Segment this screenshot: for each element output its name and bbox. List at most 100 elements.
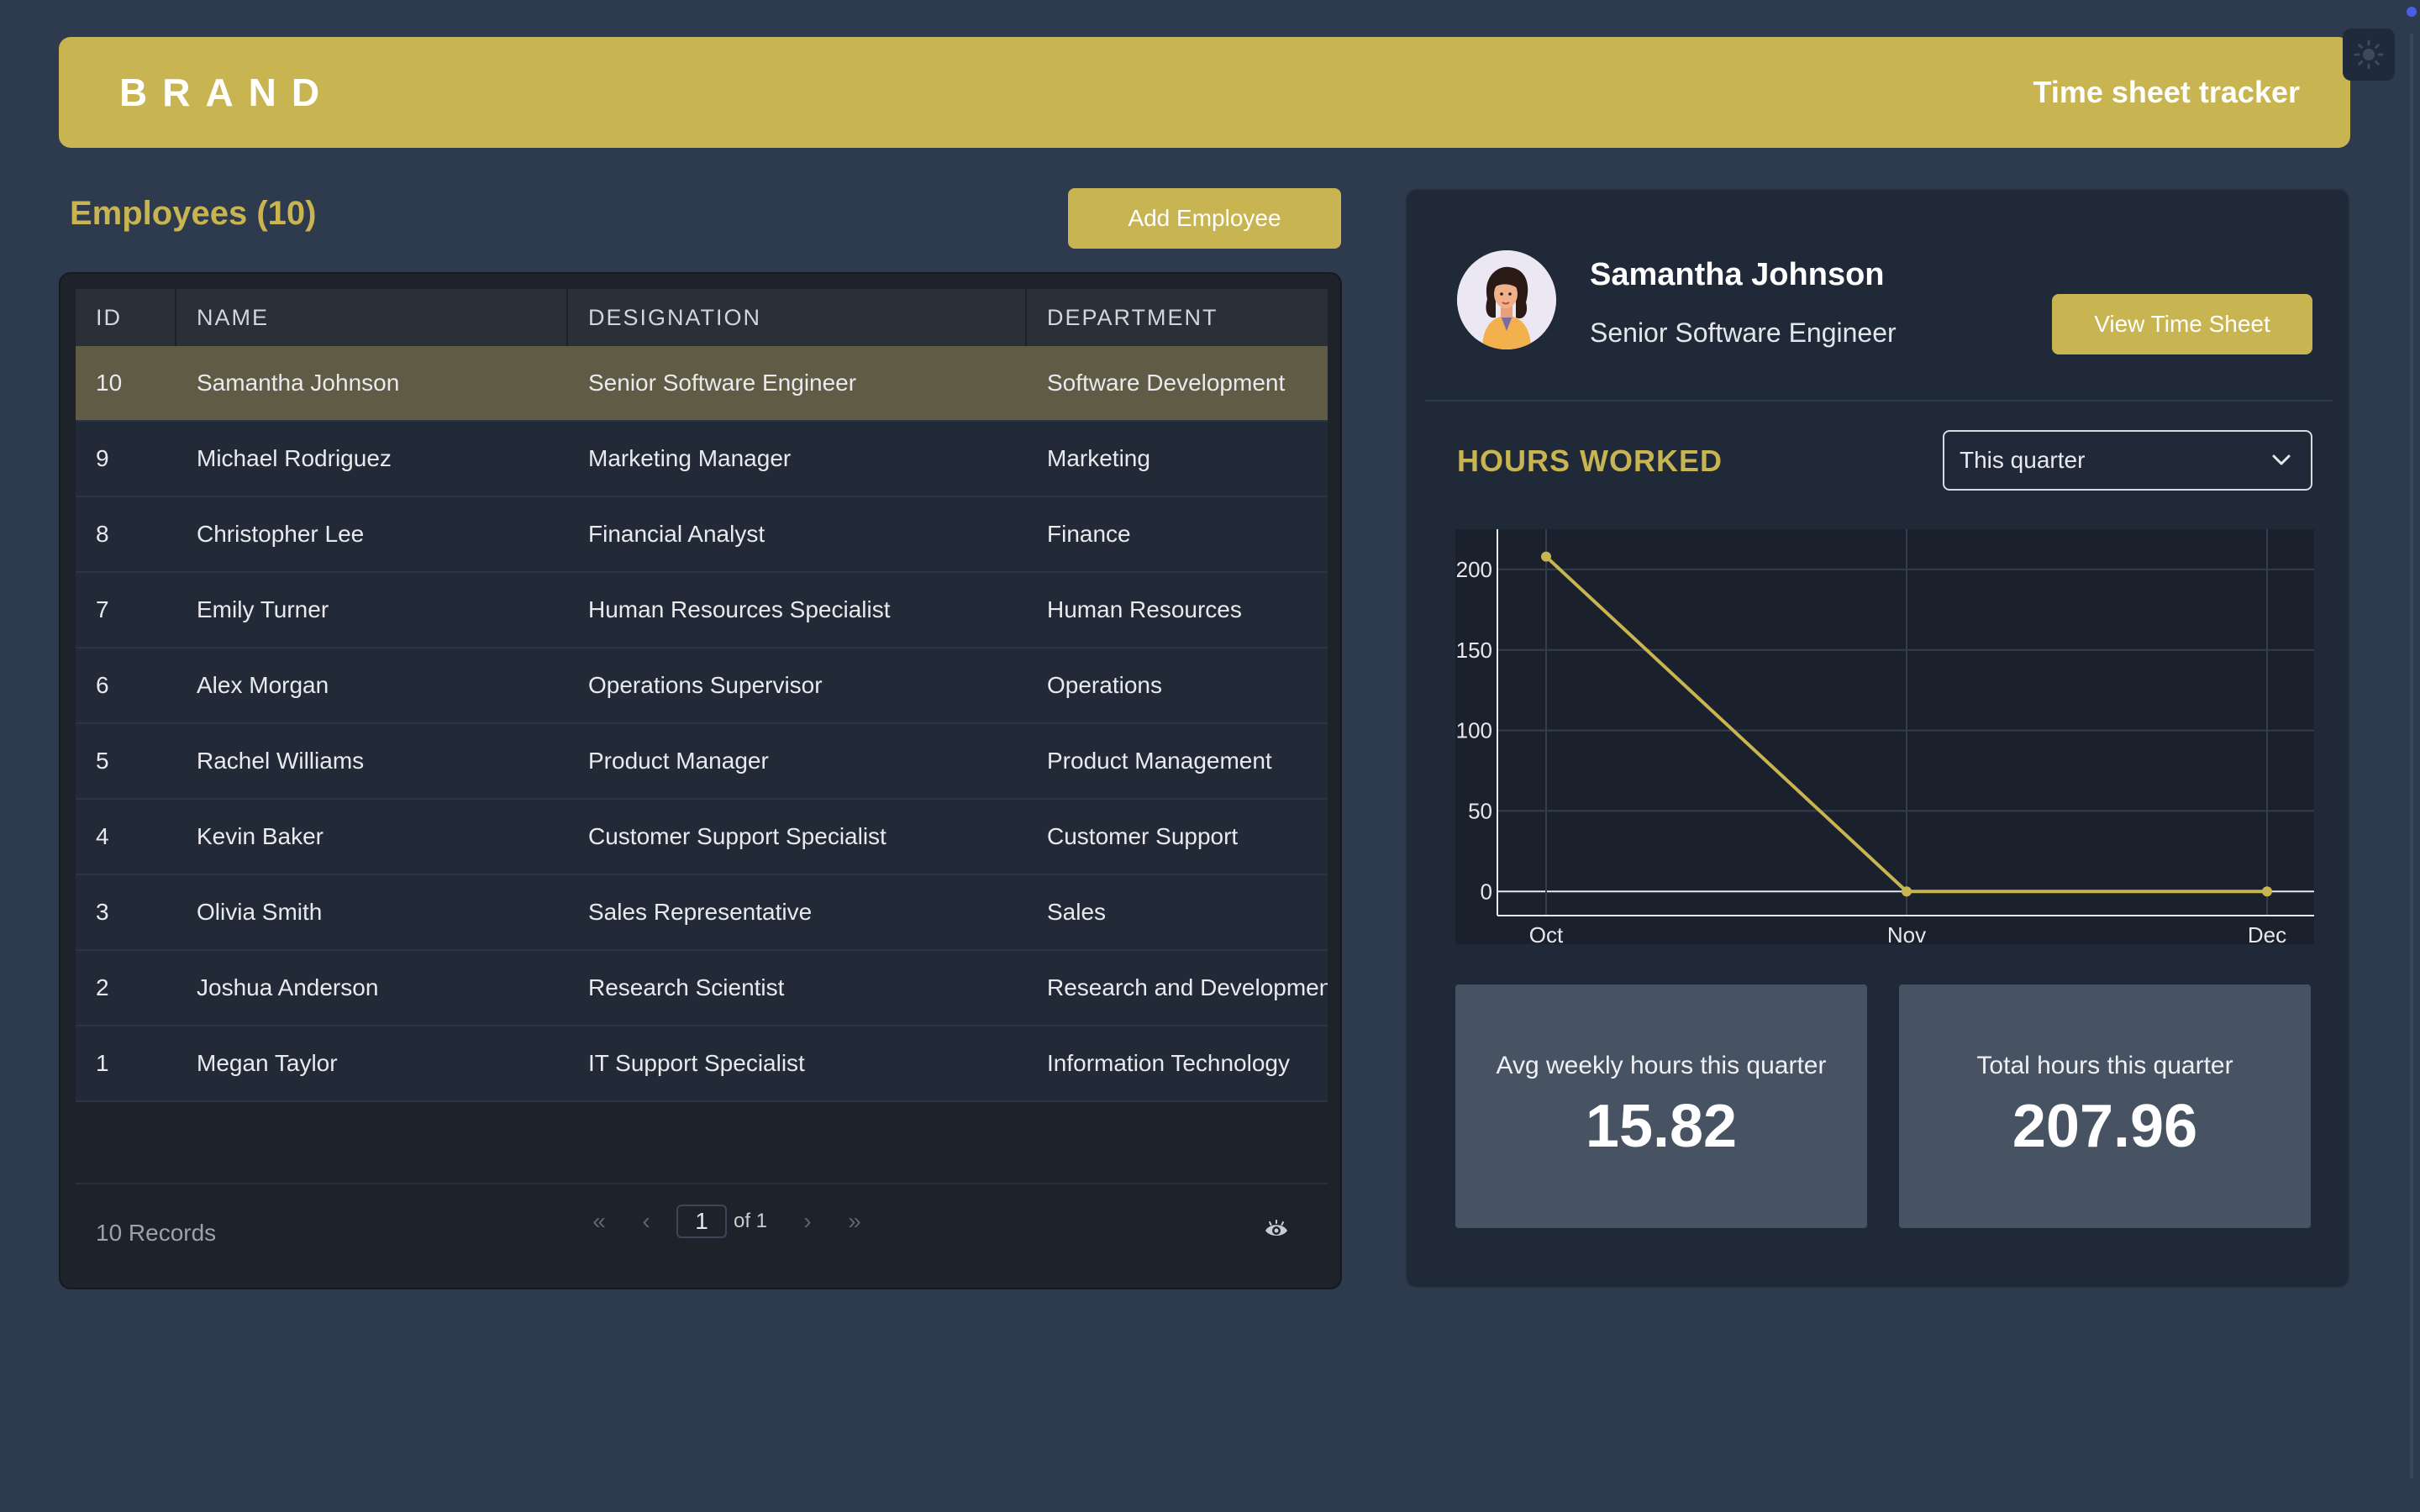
cell-designation: IT Support Specialist	[588, 1050, 805, 1076]
cell-id: 9	[96, 445, 109, 471]
cell-department: Operations	[1047, 672, 1162, 698]
period-select[interactable]: This quarter	[1943, 430, 2312, 491]
cell-id: 2	[96, 974, 109, 1000]
cell-designation: Senior Software Engineer	[588, 370, 857, 396]
cell-name: Rachel Williams	[197, 748, 365, 774]
table-row[interactable]: 9 Michael Rodriguez Marketing Manager Marke…	[76, 422, 1328, 497]
avg-weekly-hours-card: Avg weekly hours this quarter 15.82	[1455, 984, 1867, 1228]
table-row[interactable]: 7 Emily Turner Human Resources Specialist H…	[76, 573, 1328, 648]
cell-name: Emily Turner	[197, 596, 329, 622]
total-hours-value: 207.96	[2012, 1093, 2198, 1160]
cell-name: Kevin Baker	[197, 823, 324, 849]
employees-title: Employees (10)	[70, 195, 317, 232]
theme-toggle-button[interactable]	[2343, 29, 2395, 81]
total-hours-label: Total hours this quarter	[1976, 1052, 2233, 1079]
cell-id: 3	[96, 899, 109, 925]
brand-logo[interactable]: BRAND	[119, 70, 334, 115]
chevron-down-icon	[2272, 454, 2291, 465]
cell-name: Olivia Smith	[197, 899, 323, 925]
next-page-icon[interactable]: ›	[784, 1208, 831, 1235]
table-row[interactable]: 3 Olivia Smith Sales Representative Sales	[76, 875, 1328, 951]
cell-name: Joshua Anderson	[197, 974, 379, 1000]
cell-id: 8	[96, 521, 109, 547]
page-count: of 1	[734, 1210, 768, 1232]
cell-designation: Product Manager	[588, 748, 769, 774]
y-tick-label: 150	[1456, 638, 1492, 663]
first-page-icon[interactable]: «	[576, 1208, 623, 1235]
cell-department: Human Resources	[1047, 596, 1242, 622]
cell-designation: Research Scientist	[588, 974, 785, 1000]
cell-department: Finance	[1047, 521, 1131, 547]
table-body: 10 Samantha Johnson Senior Software Engine…	[76, 346, 1328, 1102]
employees-table: ID NAME DESIGNATION DEPARTMENT 10 Samanth…	[59, 272, 1342, 1289]
x-tick-label: Oct	[1529, 922, 1564, 944]
last-page-icon[interactable]: »	[831, 1208, 878, 1235]
column-header-designation[interactable]: DESIGNATION	[568, 289, 1027, 346]
view-time-sheet-button[interactable]: View Time Sheet	[2052, 294, 2312, 354]
add-employee-button[interactable]: Add Employee	[1068, 188, 1341, 249]
y-tick-label: 100	[1456, 718, 1492, 743]
page-scrollbar[interactable]	[2410, 34, 2413, 1478]
column-header-id[interactable]: ID	[76, 289, 176, 346]
cell-name: Alex Morgan	[197, 672, 329, 698]
data-point	[1541, 551, 1551, 562]
employee-name: Samantha Johnson	[1590, 257, 1885, 292]
cell-name: Michael Rodriguez	[197, 445, 392, 471]
cell-name: Samantha Johnson	[197, 370, 400, 396]
cell-designation: Operations Supervisor	[588, 672, 823, 698]
page-number-input[interactable]	[676, 1205, 727, 1238]
cell-department: Software Development	[1047, 370, 1286, 396]
cell-department: Sales	[1047, 899, 1107, 925]
cell-department: Marketing	[1047, 445, 1150, 471]
eye-icon[interactable]	[1264, 1220, 1289, 1240]
cell-name: Christopher Lee	[197, 521, 365, 547]
avg-weekly-hours-value: 15.82	[1585, 1093, 1738, 1160]
x-tick-label: Nov	[1887, 922, 1926, 944]
cell-id: 1	[96, 1050, 109, 1076]
pagination: « ‹ of 1 › »	[576, 1205, 878, 1238]
cell-designation: Financial Analyst	[588, 521, 765, 547]
hours-worked-title: HOURS WORKED	[1457, 444, 1723, 478]
table-row[interactable]: 1 Megan Taylor IT Support Specialist Inform…	[76, 1026, 1328, 1102]
cell-department: Customer Support	[1047, 823, 1239, 849]
y-tick-label: 200	[1456, 557, 1492, 582]
cell-department: Product Management	[1047, 748, 1272, 774]
hours-line-chart: 0 50 100 150 200 Oct Nov Dec	[1456, 529, 2314, 944]
cell-name: Megan Taylor	[197, 1050, 338, 1076]
cell-designation: Human Resources Specialist	[588, 596, 891, 622]
column-header-department[interactable]: DEPARTMENT	[1027, 289, 1328, 346]
cell-department: Information Technology	[1047, 1050, 1290, 1076]
column-header-name[interactable]: NAME	[176, 289, 568, 346]
table-footer: 10 Records « ‹ of 1 › »	[76, 1183, 1328, 1275]
avatar	[1457, 250, 1556, 349]
status-dot	[2407, 7, 2417, 17]
records-count: 10 Records	[96, 1220, 217, 1246]
table-row[interactable]: 10 Samantha Johnson Senior Software Engine…	[76, 346, 1328, 422]
total-hours-card: Total hours this quarter 207.96	[1899, 984, 2311, 1228]
table-row[interactable]: 4 Kevin Baker Customer Support Specialist C…	[76, 800, 1328, 875]
sun-icon	[2354, 39, 2384, 70]
x-tick-label: Dec	[2248, 922, 2286, 944]
avg-weekly-hours-label: Avg weekly hours this quarter	[1496, 1052, 1827, 1079]
y-tick-label: 0	[1481, 879, 1492, 904]
prev-page-icon[interactable]: ‹	[623, 1208, 670, 1235]
employee-designation: Senior Software Engineer	[1590, 318, 1897, 348]
table-row[interactable]: 2 Joshua Anderson Research Scientist Resear…	[76, 951, 1328, 1026]
cell-designation: Customer Support Specialist	[588, 823, 886, 849]
table-row[interactable]: 6 Alex Morgan Operations Supervisor Operati…	[76, 648, 1328, 724]
table-row[interactable]: 5 Rachel Williams Product Manager Product M…	[76, 724, 1328, 800]
cell-id: 10	[96, 370, 123, 396]
cell-id: 6	[96, 672, 109, 698]
cell-designation: Sales Representative	[588, 899, 813, 925]
cell-id: 4	[96, 823, 109, 849]
y-tick-label: 50	[1468, 798, 1492, 823]
table-header: ID NAME DESIGNATION DEPARTMENT	[76, 289, 1328, 346]
hours-chart: 0 50 100 150 200 Oct Nov Dec	[1455, 529, 2314, 944]
cell-id: 7	[96, 596, 109, 622]
cell-designation: Marketing Manager	[588, 445, 792, 471]
table-row[interactable]: 8 Christopher Lee Financial Analyst Finance	[76, 497, 1328, 573]
data-point	[2262, 886, 2272, 897]
data-point	[1902, 886, 1912, 897]
period-select-value: This quarter	[1960, 447, 2086, 473]
app-title: Time sheet tracker	[2033, 75, 2300, 109]
